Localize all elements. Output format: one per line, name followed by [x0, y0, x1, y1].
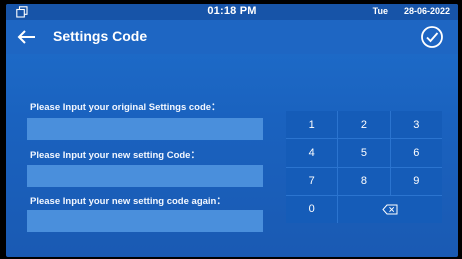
- key-5[interactable]: 5: [338, 139, 390, 167]
- status-time: 01:18 PM: [207, 5, 257, 17]
- original-code-label: Please Input your original Settings code…: [30, 102, 221, 113]
- backspace-key[interactable]: [338, 195, 442, 223]
- key-1[interactable]: 1: [286, 111, 338, 139]
- confirm-code-input[interactable]: [27, 210, 263, 232]
- key-3[interactable]: 3: [390, 111, 442, 139]
- new-code-input[interactable]: [27, 165, 263, 187]
- key-4[interactable]: 4: [286, 139, 338, 167]
- status-bar: 01:18 PM Tue 28-06-2022: [6, 4, 458, 20]
- screen: 01:18 PM Tue 28-06-2022 Settings Code Pl…: [6, 4, 458, 257]
- backspace-icon: [382, 204, 398, 215]
- key-9[interactable]: 9: [390, 167, 442, 195]
- check-circle-icon: [421, 26, 443, 48]
- header: Settings Code: [6, 20, 458, 54]
- numeric-keypad: 1 2 3 4 5 6 7 8 9 0: [286, 111, 442, 223]
- confirm-code-label: Please Input your new setting code again…: [30, 196, 226, 207]
- back-button[interactable]: [16, 27, 38, 47]
- status-date: 28-06-2022: [403, 6, 450, 16]
- confirm-button[interactable]: [420, 25, 444, 49]
- key-6[interactable]: 6: [390, 139, 442, 167]
- arrow-left-icon: [17, 30, 35, 44]
- key-8[interactable]: 8: [338, 167, 390, 195]
- key-2[interactable]: 2: [338, 111, 390, 139]
- key-0[interactable]: 0: [286, 195, 338, 223]
- original-code-input[interactable]: [27, 118, 263, 140]
- status-day: Tue: [372, 6, 388, 16]
- new-code-label: Please Input your new setting Code：: [30, 150, 200, 161]
- page-title: Settings Code: [53, 28, 148, 44]
- key-7[interactable]: 7: [286, 167, 338, 195]
